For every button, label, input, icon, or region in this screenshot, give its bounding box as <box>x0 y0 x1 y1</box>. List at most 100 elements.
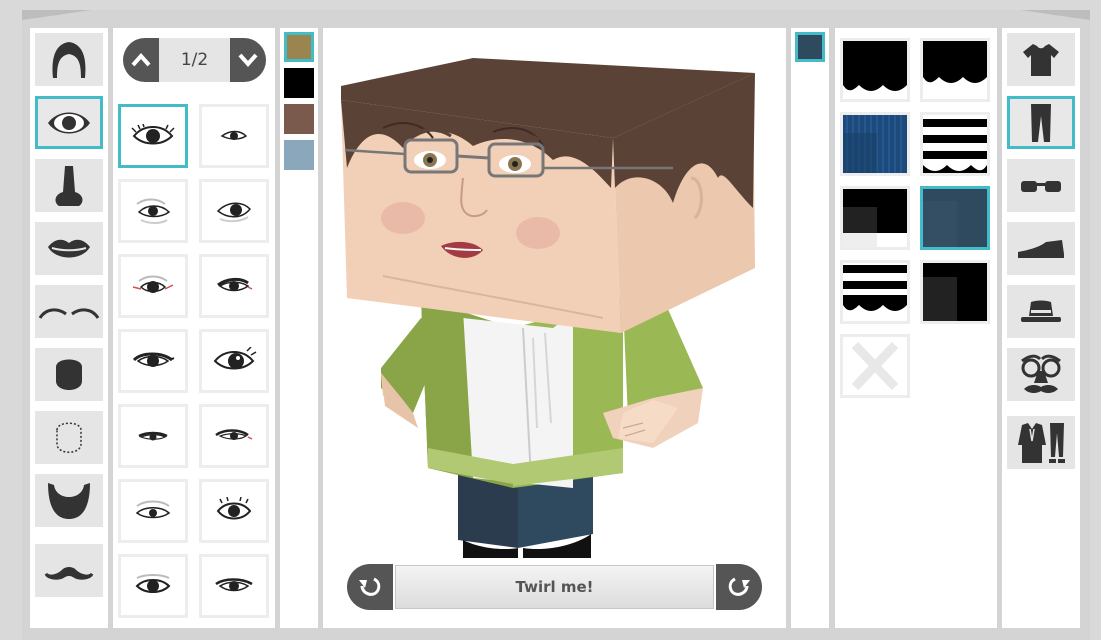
category-face-outline[interactable] <box>35 411 103 464</box>
rotate-left-icon <box>359 577 381 596</box>
color-swatch-3[interactable] <box>284 104 314 134</box>
category-outfit[interactable] <box>1007 416 1075 469</box>
eye-style-icon <box>136 198 171 224</box>
eye-style-icon <box>132 275 174 293</box>
character-stage: Twirl me! <box>323 28 786 628</box>
shoe-icon <box>1018 239 1064 258</box>
eye-option-1[interactable] <box>118 104 188 168</box>
category-eyebrows[interactable] <box>35 285 103 338</box>
eyebrows-icon <box>38 307 100 319</box>
no-pattern-option[interactable] <box>840 334 910 398</box>
category-beard[interactable] <box>35 474 103 527</box>
vertical-stripe-pattern <box>843 115 907 173</box>
category-shirt[interactable] <box>1007 33 1075 86</box>
feature-category-panel <box>30 28 108 628</box>
dark-block-pattern <box>923 263 987 321</box>
solid-block-pattern <box>923 189 987 247</box>
twirl-button[interactable]: Twirl me! <box>395 565 714 609</box>
eye-style-icon <box>131 124 175 145</box>
chevron-down-icon <box>238 53 258 67</box>
pattern-option-3[interactable] <box>840 112 910 176</box>
category-nose[interactable] <box>35 159 103 212</box>
eye-color-panel <box>280 28 318 628</box>
rotate-left-button[interactable] <box>347 564 393 610</box>
pattern-option-5[interactable] <box>840 186 910 250</box>
color-swatch-1[interactable] <box>284 32 314 62</box>
block-pattern <box>843 189 907 247</box>
beard-icon <box>48 482 90 519</box>
previous-page-button[interactable] <box>123 38 159 82</box>
category-eyes[interactable] <box>35 96 103 149</box>
clothing-category-panel <box>1002 28 1080 628</box>
eye-option-9[interactable] <box>118 404 188 468</box>
pants-icon <box>1031 103 1051 142</box>
eye-style-icon <box>217 277 253 292</box>
pattern-option-1[interactable] <box>840 38 910 102</box>
close-icon <box>851 341 899 391</box>
eye-option-11[interactable] <box>118 479 188 543</box>
twirl-control: Twirl me! <box>347 564 762 610</box>
eye-option-6[interactable] <box>199 254 269 318</box>
eye-icon <box>48 112 90 133</box>
pattern-option-2[interactable] <box>920 38 990 102</box>
pattern-option-8[interactable] <box>920 260 990 324</box>
eye-option-2[interactable] <box>199 104 269 168</box>
eye-options-panel: 1/2 <box>113 28 275 628</box>
next-page-button[interactable] <box>230 38 266 82</box>
stripe-wave-pattern <box>843 263 907 321</box>
chevron-up-icon <box>131 53 151 67</box>
face-shape-icon <box>56 359 82 390</box>
category-shoes[interactable] <box>1007 222 1075 275</box>
pattern-option-6[interactable] <box>920 186 990 250</box>
eye-style-icon <box>216 202 252 223</box>
wave-mid-pattern <box>923 41 987 99</box>
eye-style-icon <box>215 578 253 592</box>
pattern-option-7[interactable] <box>840 260 910 324</box>
eye-option-13[interactable] <box>118 554 188 618</box>
eye-option-3[interactable] <box>118 179 188 243</box>
rotate-right-icon <box>728 577 750 596</box>
eye-style-icon <box>138 431 168 441</box>
disguise-icon <box>1021 354 1061 393</box>
pager: 1/2 <box>123 38 266 82</box>
eye-option-4[interactable] <box>199 179 269 243</box>
category-face-shape[interactable] <box>35 348 103 401</box>
eye-option-7[interactable] <box>118 329 188 393</box>
eye-option-14[interactable] <box>199 554 269 618</box>
eye-style-icon <box>132 352 175 367</box>
eye-style-icon <box>220 130 248 140</box>
wave-bottom-pattern <box>843 41 907 99</box>
category-glasses[interactable] <box>1007 159 1075 212</box>
tshirt-icon <box>1023 43 1059 76</box>
pattern-options-panel <box>835 28 997 628</box>
category-hair[interactable] <box>35 33 103 86</box>
mustache-icon <box>44 566 94 580</box>
horizontal-stripe-pattern <box>923 115 987 173</box>
hair-icon <box>52 41 86 78</box>
frame-corner-left <box>22 10 92 20</box>
color-swatch-2[interactable] <box>284 68 314 98</box>
eye-option-12[interactable] <box>199 479 269 543</box>
page-indicator: 1/2 <box>159 38 230 82</box>
rotate-right-button[interactable] <box>716 564 762 610</box>
item-color-swatch-1[interactable] <box>795 32 825 62</box>
frame-corner-right <box>1020 10 1090 20</box>
nose-icon <box>55 165 83 206</box>
category-pants[interactable] <box>1007 96 1075 149</box>
eye-option-8[interactable] <box>199 329 269 393</box>
eye-style-icon <box>213 347 257 370</box>
eye-style-icon <box>135 500 171 519</box>
face-outline-icon <box>56 422 82 453</box>
character-preview <box>341 58 755 558</box>
category-hat[interactable] <box>1007 285 1075 338</box>
eye-option-5[interactable] <box>118 254 188 318</box>
category-mouth[interactable] <box>35 222 103 275</box>
category-mustache[interactable] <box>35 544 103 597</box>
color-swatch-4[interactable] <box>284 140 314 170</box>
eye-style-icon <box>216 497 252 520</box>
category-disguise[interactable] <box>1007 348 1075 401</box>
lips-icon <box>48 239 90 257</box>
eye-style-icon <box>215 429 253 440</box>
pattern-option-4[interactable] <box>920 112 990 176</box>
eye-option-10[interactable] <box>199 404 269 468</box>
